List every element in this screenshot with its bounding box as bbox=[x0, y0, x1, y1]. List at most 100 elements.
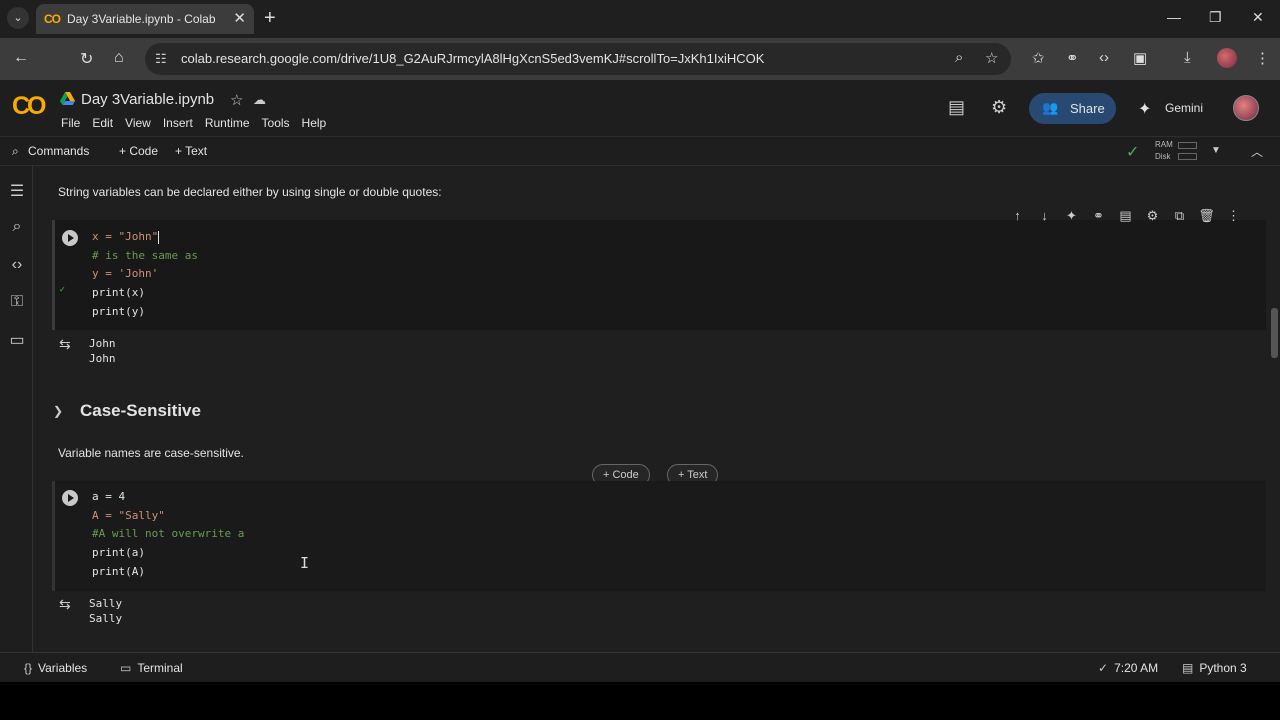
markdown-case-sensitive: Variable names are case-sensitive. bbox=[58, 446, 244, 460]
secrets-key-icon[interactable]: ⚿ bbox=[8, 293, 26, 311]
menu-help[interactable]: Help bbox=[302, 116, 327, 130]
settings-gear-icon[interactable]: ⚙ bbox=[991, 97, 1007, 118]
move-up-icon[interactable]: ↑ bbox=[1009, 208, 1026, 224]
share-button[interactable]: 👥 Share bbox=[1029, 93, 1116, 124]
ram-label: RAM bbox=[1155, 140, 1173, 149]
bookmark-star-icon[interactable]: ☆ bbox=[985, 49, 998, 67]
cell-toolbar: ↑ ↓ ✦ ⚭ ▤ ⚙ ⧉ 🗑 ⋮ bbox=[1009, 208, 1242, 224]
site-info-icon[interactable]: ☷ bbox=[155, 51, 167, 67]
colab-logo[interactable]: CO bbox=[12, 92, 46, 121]
colab-favicon-icon: CO bbox=[44, 12, 61, 26]
drive-icon bbox=[60, 92, 75, 105]
menu-file[interactable]: File bbox=[61, 116, 80, 130]
link-icon[interactable]: ⚭ bbox=[1066, 49, 1079, 67]
runtime-dropdown-icon[interactable]: ▼ bbox=[1211, 145, 1221, 156]
colab-header: CO Day 3Variable.ipynb ☆ ☁ File Edit Vie… bbox=[0, 80, 1280, 136]
variables-icon: {} bbox=[24, 661, 33, 675]
variables-label: Variables bbox=[38, 661, 88, 675]
mirror-cell-icon[interactable]: ⧉ bbox=[1171, 208, 1188, 224]
browser-profile-avatar[interactable] bbox=[1217, 48, 1237, 68]
add-code-button[interactable]: + Code bbox=[119, 144, 158, 158]
output-menu-icon[interactable]: ⇆ bbox=[59, 336, 71, 353]
code-editor-2[interactable]: a = 4 A = "Sally" #A will not overwrite … bbox=[92, 488, 244, 582]
restore-icon[interactable]: ❐ bbox=[1209, 9, 1222, 26]
connected-check-icon[interactable]: ✓ bbox=[1126, 142, 1139, 162]
window-close-icon[interactable]: ✕ bbox=[1252, 9, 1264, 26]
star-icon[interactable]: ☆ bbox=[230, 91, 243, 109]
move-down-icon[interactable]: ↓ bbox=[1036, 208, 1053, 224]
cloud-icon[interactable]: ☁ bbox=[253, 92, 266, 108]
video-letterbox bbox=[0, 682, 1280, 720]
run-cell-1-button[interactable] bbox=[62, 230, 78, 246]
gemini-label: Gemini bbox=[1165, 101, 1204, 115]
code-line: a = 4 bbox=[92, 490, 126, 503]
browser-tab-strip: ⌄ CO Day 3Variable.ipynb - Colab ✕ + — ❐… bbox=[0, 0, 1280, 38]
link-cell-icon[interactable]: ⚭ bbox=[1090, 208, 1107, 224]
menu-tools[interactable]: Tools bbox=[262, 116, 290, 130]
find-icon[interactable]: ⌕ bbox=[8, 218, 26, 236]
execution-time[interactable]: ✓ 7:20 AM bbox=[1098, 661, 1158, 675]
extension-star-icon[interactable]: ✩ bbox=[1032, 49, 1045, 67]
gemini-button[interactable]: ✦ Gemini bbox=[1132, 93, 1214, 124]
code-line: y = 'John' bbox=[92, 267, 159, 281]
kernel-label: Python 3 bbox=[1199, 661, 1247, 675]
status-bar: {} Variables ▭ Terminal ✓ 7:20 AM ▤ Python 3 bbox=[0, 652, 1280, 682]
code-icon[interactable]: ‹› bbox=[1099, 49, 1109, 66]
sidepanel-icon[interactable]: ▣ bbox=[1133, 49, 1147, 67]
code-line: # is the same as bbox=[92, 248, 198, 262]
menu-runtime[interactable]: Runtime bbox=[205, 116, 250, 130]
output-menu-icon-2[interactable]: ⇆ bbox=[59, 596, 71, 613]
new-tab-plus-icon[interactable]: + bbox=[264, 7, 276, 29]
variables-button[interactable]: {} Variables bbox=[24, 661, 87, 675]
cell-settings-icon[interactable]: ⚙ bbox=[1144, 208, 1161, 224]
commands-button[interactable]: Commands bbox=[28, 144, 89, 158]
kernel-icon: ▤ bbox=[1182, 661, 1194, 675]
scrollbar-thumb[interactable] bbox=[1271, 308, 1278, 358]
notebook-content: String variables can be declared either … bbox=[33, 166, 1280, 652]
gemini-cell-icon[interactable]: ✦ bbox=[1063, 208, 1080, 224]
delete-cell-icon[interactable]: 🗑 bbox=[1198, 208, 1215, 224]
comments-icon[interactable]: ▤ bbox=[948, 97, 965, 118]
comment-cell-icon[interactable]: ▤ bbox=[1117, 208, 1134, 224]
add-text-button[interactable]: + Text bbox=[175, 144, 207, 158]
code-cell-1[interactable]: ✓ x = "John" # is the same as y = 'John'… bbox=[52, 220, 1266, 330]
zoom-search-icon[interactable]: ⌕ bbox=[955, 49, 963, 66]
files-folder-icon[interactable]: ▭ bbox=[8, 330, 26, 350]
menu-insert[interactable]: Insert bbox=[163, 116, 193, 130]
terminal-button[interactable]: ▭ Terminal bbox=[120, 661, 183, 675]
tab-search-chevron-icon[interactable]: ⌄ bbox=[7, 7, 29, 29]
kernel-status[interactable]: ▤ Python 3 bbox=[1182, 661, 1247, 675]
disk-usage-bar[interactable] bbox=[1178, 153, 1197, 160]
collapse-section-chevron-icon[interactable]: ❯ bbox=[53, 404, 63, 418]
commands-search-icon[interactable]: ⌕ bbox=[12, 144, 19, 159]
minimize-icon[interactable]: — bbox=[1167, 9, 1181, 25]
address-bar[interactable]: ☷ colab.research.google.com/drive/1U8_G2… bbox=[145, 43, 1011, 75]
tab-title: Day 3Variable.ipynb - Colab bbox=[67, 12, 216, 26]
collapse-header-icon[interactable]: ︿ bbox=[1251, 143, 1263, 160]
download-icon[interactable]: ⤓ bbox=[1184, 49, 1191, 66]
reload-icon[interactable]: ↻ bbox=[80, 49, 93, 69]
browser-tab[interactable]: CO Day 3Variable.ipynb - Colab ✕ bbox=[36, 4, 254, 34]
code-snippets-icon[interactable]: ‹› bbox=[8, 256, 26, 274]
notebook-title[interactable]: Day 3Variable.ipynb bbox=[81, 91, 214, 108]
more-options-icon[interactable]: ⋮ bbox=[1225, 208, 1242, 224]
cell-2-output: Sally Sally bbox=[89, 597, 123, 625]
account-avatar[interactable] bbox=[1233, 95, 1259, 121]
run-cell-2-button[interactable] bbox=[62, 490, 78, 506]
code-editor-1[interactable]: x = "John" # is the same as y = 'John' p… bbox=[92, 228, 198, 322]
browser-menu-icon[interactable]: ⋮ bbox=[1255, 49, 1270, 67]
table-of-contents-icon[interactable]: ☰ bbox=[8, 181, 26, 201]
code-line: print(a) bbox=[92, 546, 145, 560]
back-icon[interactable]: ← bbox=[13, 49, 29, 67]
home-icon[interactable]: ⌂ bbox=[114, 49, 124, 67]
tab-close-icon[interactable]: ✕ bbox=[233, 9, 246, 27]
menu-edit[interactable]: Edit bbox=[92, 116, 113, 130]
mouse-ibeam-cursor-icon: I bbox=[300, 554, 310, 572]
markdown-string-variables: String variables can be declared either … bbox=[58, 185, 442, 199]
disk-label: Disk bbox=[1155, 152, 1171, 161]
code-line: print(x) bbox=[92, 286, 145, 300]
menu-view[interactable]: View bbox=[125, 116, 151, 130]
terminal-label: Terminal bbox=[137, 661, 183, 675]
ram-usage-bar[interactable] bbox=[1178, 142, 1197, 149]
code-cell-2[interactable]: a = 4 A = "Sally" #A will not overwrite … bbox=[52, 481, 1266, 591]
